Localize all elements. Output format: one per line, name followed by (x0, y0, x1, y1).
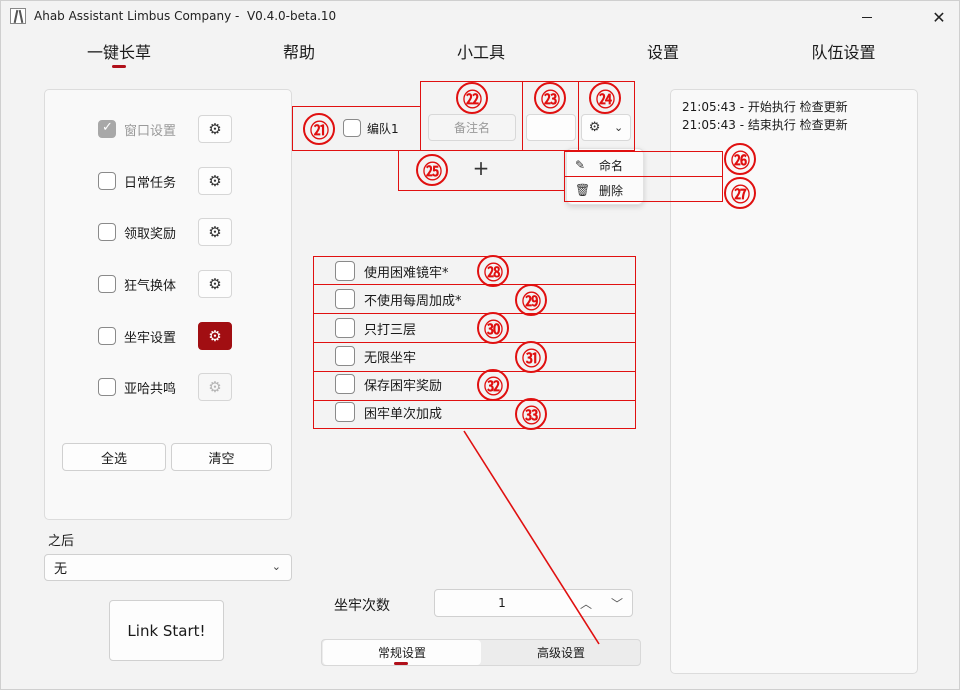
prison-count-stepper[interactable]: 1 ︿ ﹀ (434, 589, 633, 617)
minimize-button[interactable] (844, 1, 890, 33)
annotation-31: ㉛ (515, 341, 547, 373)
task-checkbox[interactable] (98, 120, 116, 138)
close-icon: ✕ (932, 7, 946, 27)
gear-icon: ⚙ (208, 172, 222, 190)
gear-icon: ⚙ (208, 223, 222, 241)
window-settings-gear-button[interactable]: ⚙ (198, 115, 232, 143)
after-dropdown[interactable]: 无 ⌄ (44, 554, 292, 581)
chevron-down-icon[interactable]: ﹀ (606, 593, 628, 613)
task-label: 窗口设置 (124, 123, 177, 139)
task-label: 日常任务 (124, 175, 177, 191)
annotation-25: ㉕ (416, 154, 448, 186)
clear-button[interactable]: 清空 (171, 443, 272, 471)
annotation-box (564, 151, 723, 177)
task-label: 亚哈共鸣 (124, 381, 177, 397)
prison-count-label: 坐牢次数 (334, 598, 390, 614)
annotation-29: ㉙ (515, 284, 547, 316)
gear-icon: ⚙ (208, 378, 222, 396)
annotation-box (313, 342, 636, 372)
task-label: 坐牢设置 (124, 330, 177, 346)
rewards-gear-button[interactable]: ⚙ (198, 218, 232, 246)
tab-active-indicator (112, 65, 126, 68)
task-item-resonance[interactable]: 亚哈共鸣 (98, 376, 176, 398)
annotation-30: ㉚ (477, 312, 509, 344)
app-logo-icon (10, 8, 26, 24)
chevron-down-icon: ⌄ (271, 560, 281, 573)
gear-icon: ⚙ (208, 275, 222, 293)
annotation-23: ㉓ (534, 82, 566, 114)
annotation-box (313, 400, 636, 429)
task-checkbox[interactable] (98, 223, 116, 241)
annotation-box (313, 313, 636, 343)
window-title: Ahab Assistant Limbus Company - V0.4.0-b… (34, 9, 337, 23)
annotation-24: ㉔ (589, 82, 621, 114)
task-item-rewards[interactable]: 领取奖励 (98, 221, 176, 243)
annotation-28: ㉘ (477, 255, 509, 287)
annotation-32: ㉜ (477, 369, 509, 401)
annotation-box (313, 371, 636, 401)
tab-settings[interactable]: 设置 (633, 39, 693, 69)
task-item-window-settings[interactable]: 窗口设置 (98, 118, 176, 140)
segment-active-indicator (394, 662, 408, 665)
segment-advanced-settings[interactable]: 高级设置 (482, 640, 640, 665)
prison-count-value[interactable]: 1 (435, 590, 569, 616)
annotation-box (313, 284, 636, 314)
title-bar: Ahab Assistant Limbus Company - V0.4.0-b… (1, 1, 959, 33)
prison-gear-button[interactable]: ⚙ (198, 322, 232, 350)
annotation-26: ㉖ (724, 143, 756, 175)
tab-help[interactable]: 帮助 (269, 39, 329, 69)
task-item-madness[interactable]: 狂气换体 (98, 273, 176, 295)
log-line: 21:05:43 - 开始执行 检查更新 (682, 100, 848, 114)
task-item-daily[interactable]: 日常任务 (98, 170, 176, 192)
resonance-gear-button: ⚙ (198, 373, 232, 401)
task-label: 狂气换体 (124, 278, 177, 294)
select-all-button[interactable]: 全选 (62, 443, 166, 471)
annotation-box (313, 256, 636, 285)
app-window: Ahab Assistant Limbus Company - V0.4.0-b… (0, 0, 960, 690)
annotation-21: ㉑ (303, 113, 335, 145)
log-line: 21:05:43 - 结束执行 检查更新 (682, 118, 848, 132)
settings-segment: 常规设置 高级设置 (321, 639, 641, 666)
task-item-prison[interactable]: 坐牢设置 (98, 325, 176, 347)
task-checkbox[interactable] (98, 275, 116, 293)
task-checkbox[interactable] (98, 172, 116, 190)
minimize-icon (862, 16, 872, 18)
link-start-button[interactable]: Link Start! (109, 600, 224, 661)
gear-icon: ⚙ (208, 327, 222, 345)
task-label: 领取奖励 (124, 226, 177, 242)
gear-icon: ⚙ (208, 120, 222, 138)
madness-gear-button[interactable]: ⚙ (198, 270, 232, 298)
task-checkbox[interactable] (98, 378, 116, 396)
after-value: 无 (54, 562, 68, 577)
after-label: 之后 (48, 534, 75, 549)
tab-tools[interactable]: 小工具 (446, 39, 516, 69)
annotation-27: ㉗ (724, 177, 756, 209)
tab-team-settings[interactable]: 队伍设置 (801, 39, 886, 69)
annotation-33: ㉝ (515, 398, 547, 430)
annotation-box (564, 176, 723, 202)
close-button[interactable]: ✕ (916, 1, 960, 33)
chevron-up-icon[interactable]: ︿ (575, 593, 597, 613)
daily-gear-button[interactable]: ⚙ (198, 167, 232, 195)
task-checkbox[interactable] (98, 327, 116, 345)
annotation-22: ㉒ (456, 82, 488, 114)
